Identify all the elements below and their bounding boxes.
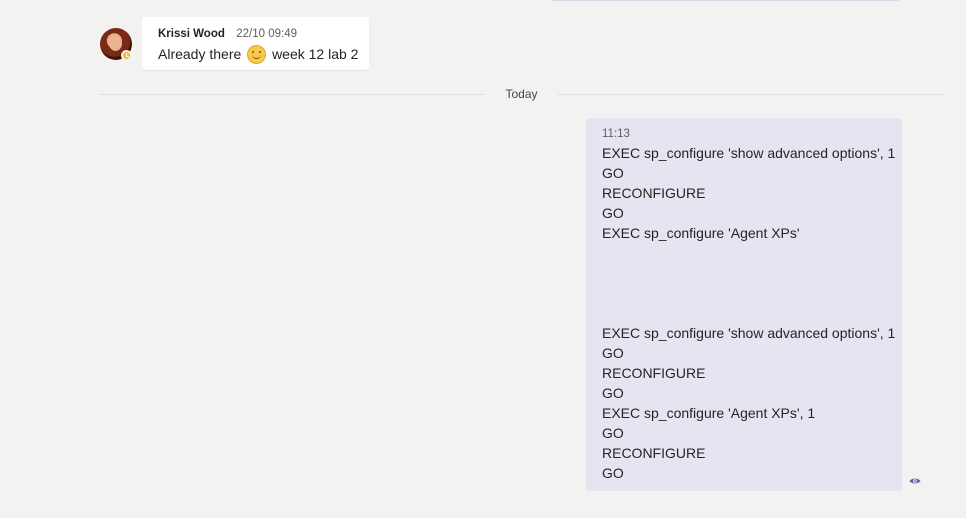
message-line: EXEC sp_configure 'Agent XPs', 1 [602, 405, 816, 421]
message-line: GO [602, 165, 624, 181]
smile-emoji-icon [247, 45, 267, 64]
message-line: GO [602, 345, 624, 361]
message-line: GO [602, 465, 624, 481]
divider-line-left [100, 94, 485, 95]
eye-icon[interactable] [909, 477, 921, 485]
incoming-message-bubble[interactable]: Krissi Wood 22/10 09:49 Already there we… [142, 17, 369, 70]
message-line: EXEC sp_configure 'show advanced options… [602, 145, 896, 161]
avatar-face [109, 36, 122, 51]
message-author[interactable]: Krissi Wood [158, 28, 225, 40]
message-line: GO [602, 385, 624, 401]
message-line: GO [602, 205, 624, 221]
outgoing-message-bubble[interactable]: 11:13 EXEC sp_configure 'show advanced o… [586, 118, 902, 491]
message-line: GO [602, 425, 624, 441]
presence-away-icon [121, 50, 132, 61]
message-line: EXEC sp_configure 'Agent XPs' [602, 225, 800, 241]
day-divider-label: Today [505, 87, 538, 101]
divider-line-right [558, 94, 945, 95]
message-text-after-emoji: week 12 lab 2 [272, 46, 359, 62]
message-timestamp: 22/10 09:49 [236, 28, 297, 40]
previous-message-bubble-edge [549, 0, 901, 1]
message-timestamp: 11:13 [602, 128, 630, 140]
message-text: Already there week 12 lab 2 [158, 44, 358, 64]
message-line: EXEC sp_configure 'show advanced options… [602, 325, 896, 341]
avatar[interactable] [100, 28, 132, 61]
day-divider: Today [100, 87, 945, 101]
message-meta: Krissi Wood 22/10 09:49 [158, 26, 353, 42]
message-text-before-emoji: Already there [158, 46, 242, 62]
message-line: RECONFIGURE [602, 445, 706, 461]
chat-thread: Krissi Wood 22/10 09:49 Already there we… [0, 0, 966, 518]
message-line: RECONFIGURE [602, 365, 706, 381]
message-body: EXEC sp_configure 'show advanced options… [602, 143, 896, 483]
message-line: RECONFIGURE [602, 185, 706, 201]
